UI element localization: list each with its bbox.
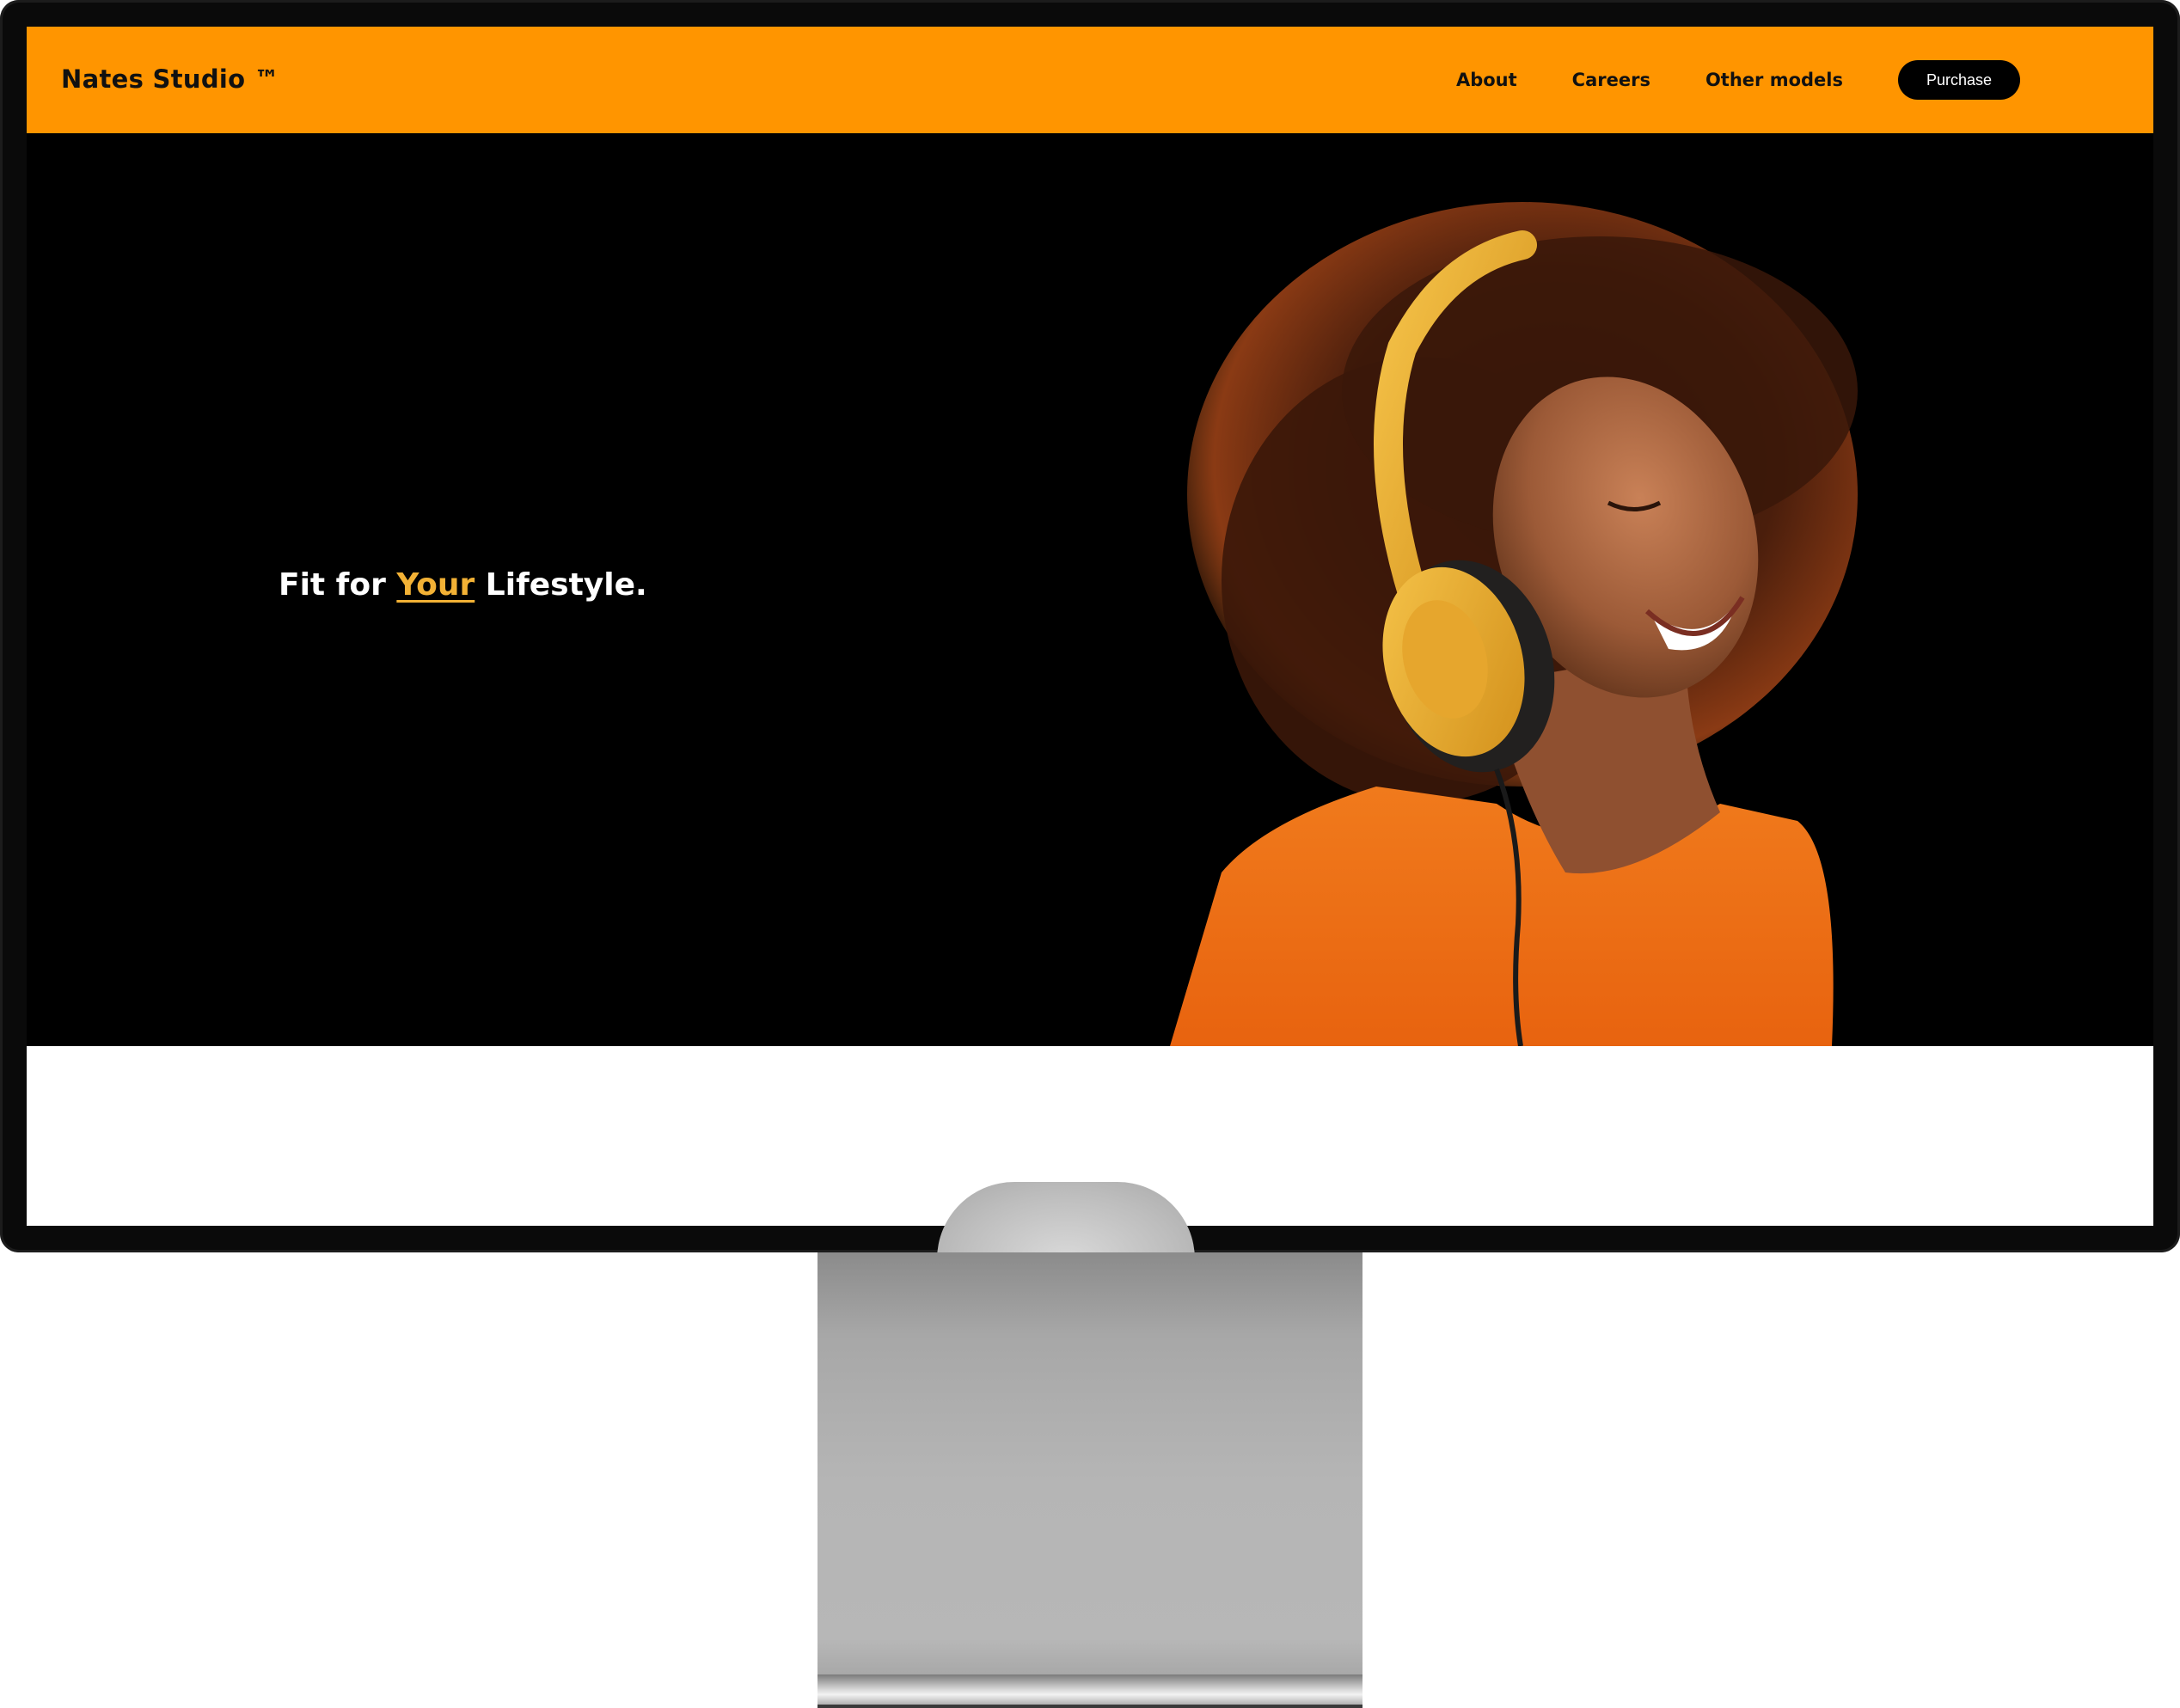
person-with-headphones-illustration [1170, 202, 1858, 1046]
nav-other-models[interactable]: Other models [1705, 60, 1843, 100]
nav-about[interactable]: About [1456, 60, 1517, 100]
tagline-accent: Your [396, 567, 475, 603]
main-nav: About Careers Other models Purchase [1456, 60, 2020, 100]
site-logo[interactable]: Nates Studio ™ [61, 64, 279, 94]
stand-foot [818, 1674, 1362, 1708]
hero-tagline: Fit for Your Lifestyle. [279, 567, 647, 603]
tagline-suffix: Lifestyle. [475, 567, 647, 603]
stand-shadow [818, 1705, 1362, 1708]
purchase-button[interactable]: Purchase [1898, 60, 2020, 100]
hero-section: Fit for Your Lifestyle. [27, 133, 2153, 1046]
monitor-frame: Nates Studio ™ About Careers Other model… [0, 0, 2180, 1252]
monitor-stand [818, 1252, 1362, 1708]
nav-careers[interactable]: Careers [1572, 60, 1650, 100]
site-header: Nates Studio ™ About Careers Other model… [27, 27, 2153, 133]
monitor-screen: Nates Studio ™ About Careers Other model… [27, 27, 2153, 1226]
tagline-prefix: Fit for [279, 567, 397, 603]
stand-hinge [937, 1182, 1195, 1259]
